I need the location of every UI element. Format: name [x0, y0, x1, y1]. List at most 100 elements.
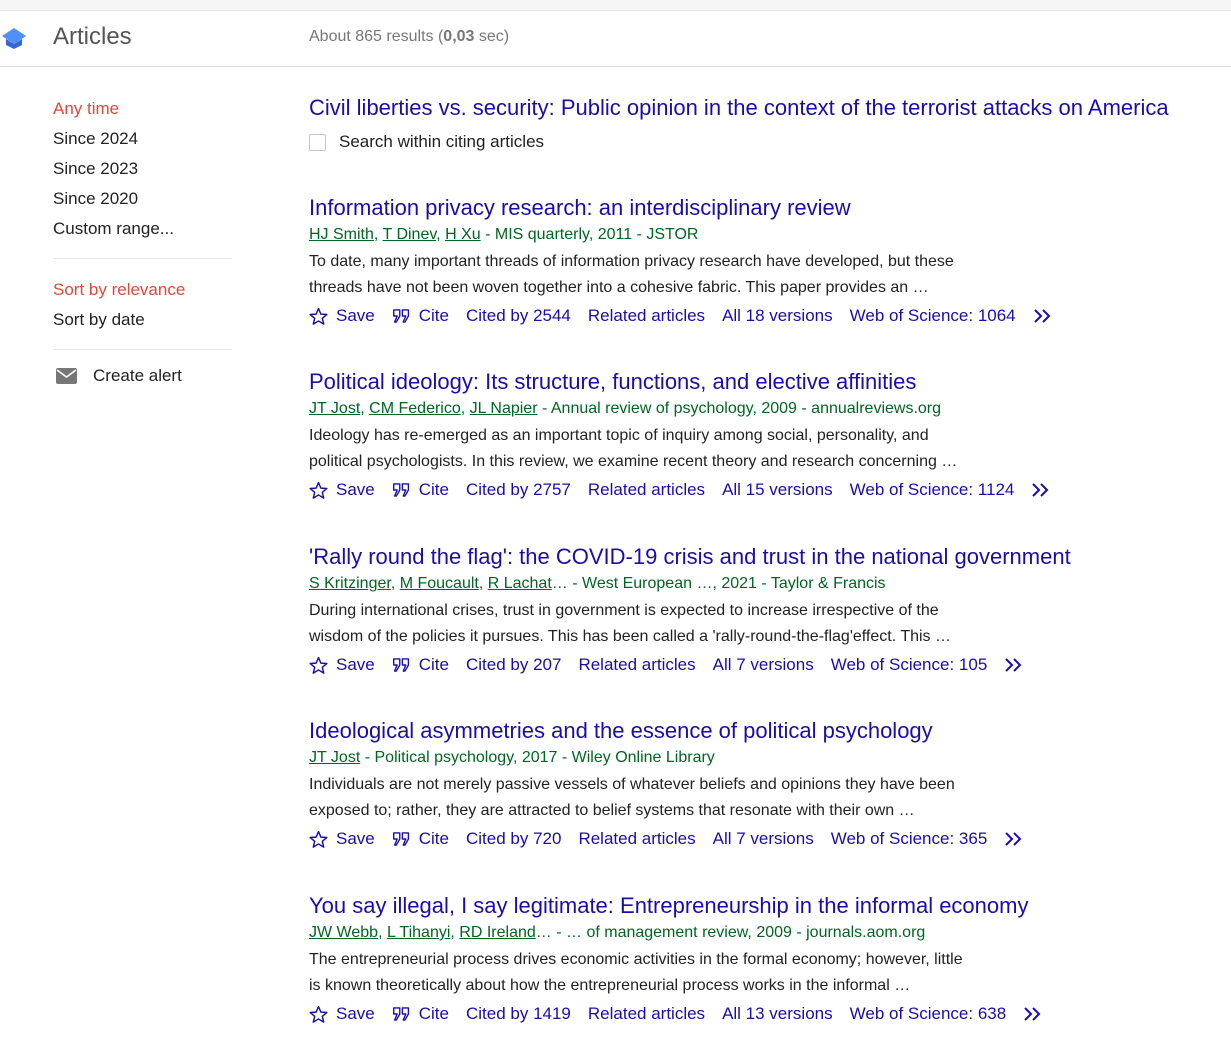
save-label: Save: [336, 829, 375, 848]
cite-button[interactable]: Cite: [392, 826, 449, 852]
web-of-science-link[interactable]: Web of Science: 1124: [850, 477, 1015, 503]
header: Articles About 865 results (0,03 sec): [0, 11, 1231, 67]
author-link[interactable]: JT Jost: [309, 749, 360, 766]
snippet-line: During international crises, trust in go…: [309, 602, 939, 619]
star-icon: [309, 307, 328, 326]
result-title[interactable]: Ideological asymmetries and the essence …: [309, 715, 1224, 747]
save-button[interactable]: Save: [309, 826, 375, 852]
result-item: Ideological asymmetries and the essence …: [309, 715, 1224, 852]
scholar-logo-icon[interactable]: [2, 27, 26, 49]
save-button[interactable]: Save: [309, 303, 375, 329]
snippet-line: To date, many important threads of infor…: [309, 253, 954, 270]
all-versions-link[interactable]: All 7 versions: [713, 652, 814, 678]
author-link[interactable]: S Kritzinger: [309, 575, 391, 592]
quote-icon: [392, 482, 411, 498]
filter-since-2020[interactable]: Since 2020: [53, 184, 233, 214]
cited-article-title[interactable]: Civil liberties vs. security: Public opi…: [309, 92, 1224, 124]
result-snippet: The entrepreneurial process drives econo…: [309, 947, 1039, 999]
author-link[interactable]: M Foucault: [400, 575, 479, 592]
cited-by-link[interactable]: Cited by 207: [466, 652, 561, 678]
snippet-line: political psychologists. In this review,…: [309, 453, 958, 470]
related-articles-link[interactable]: Related articles: [588, 477, 705, 503]
create-alert-button[interactable]: Create alert: [53, 366, 233, 386]
sort-by-date[interactable]: Sort by date: [53, 305, 233, 335]
cited-by-link[interactable]: Cited by 1419: [466, 1001, 571, 1027]
search-within-checkbox[interactable]: [309, 133, 326, 151]
result-source: - Political psychology, 2017 - Wiley Onl…: [360, 749, 715, 766]
cite-label: Cite: [418, 1004, 449, 1023]
all-versions-link[interactable]: All 13 versions: [722, 1001, 833, 1027]
section-title: Articles: [53, 23, 132, 50]
cited-by-link[interactable]: Cited by 2544: [466, 303, 571, 329]
result-meta: HJ Smith, T Dinev, H Xu - MIS quarterly,…: [309, 226, 699, 243]
result-meta: JT Jost, CM Federico, JL Napier - Annual…: [309, 400, 942, 417]
result-actions: Save Cite Cited by 2544 Related articles…: [309, 303, 1224, 329]
author-link[interactable]: JT Jost: [309, 400, 360, 417]
star-icon: [309, 656, 328, 675]
star-icon: [309, 1005, 328, 1024]
author-link[interactable]: JL Napier: [470, 400, 538, 417]
related-articles-link[interactable]: Related articles: [578, 826, 695, 852]
author-link[interactable]: HJ Smith: [309, 226, 374, 243]
more-chevron-icon[interactable]: [1033, 308, 1061, 324]
cite-button[interactable]: Cite: [392, 1001, 449, 1027]
filter-since-2023[interactable]: Since 2023: [53, 154, 233, 184]
all-versions-link[interactable]: All 15 versions: [722, 477, 833, 503]
author-link[interactable]: RD Ireland: [459, 924, 535, 941]
filter-any-time[interactable]: Any time: [53, 94, 233, 124]
result-source: - Annual review of psychology, 2009 - an…: [537, 400, 942, 417]
all-versions-link[interactable]: All 18 versions: [722, 303, 833, 329]
related-articles-link[interactable]: Related articles: [588, 303, 705, 329]
web-of-science-link[interactable]: Web of Science: 638: [850, 1001, 1007, 1027]
related-articles-link[interactable]: Related articles: [588, 1001, 705, 1027]
snippet-line: Ideology has re-emerged as an important …: [309, 427, 929, 444]
result-item: 'Rally round the flag': the COVID-19 cri…: [309, 541, 1224, 678]
more-chevron-icon[interactable]: [1004, 657, 1032, 673]
cite-label: Cite: [418, 306, 449, 325]
cited-by-link[interactable]: Cited by 720: [466, 826, 561, 852]
web-of-science-link[interactable]: Web of Science: 1064: [850, 303, 1016, 329]
search-within-citing[interactable]: Search within citing articles: [309, 132, 1224, 152]
author-link[interactable]: R Lachat: [488, 575, 552, 592]
cite-button[interactable]: Cite: [392, 303, 449, 329]
result-snippet: To date, many important threads of infor…: [309, 249, 1039, 301]
cite-label: Cite: [418, 480, 449, 499]
filter-custom-range[interactable]: Custom range...: [53, 214, 233, 244]
star-icon: [309, 481, 328, 500]
save-label: Save: [336, 655, 375, 674]
result-title[interactable]: Political ideology: Its structure, funct…: [309, 366, 1224, 398]
author-link[interactable]: L Tihanyi: [387, 924, 450, 941]
save-button[interactable]: Save: [309, 652, 375, 678]
more-chevron-icon[interactable]: [1023, 1006, 1051, 1022]
sort-by-relevance[interactable]: Sort by relevance: [53, 275, 233, 305]
cited-by-link[interactable]: Cited by 2757: [466, 477, 571, 503]
result-source: - West European …, 2021 - Taylor & Franc…: [567, 575, 886, 592]
author-link[interactable]: JW Webb: [309, 924, 378, 941]
main-content: Civil liberties vs. security: Public opi…: [309, 92, 1224, 1023]
result-snippet: During international crises, trust in go…: [309, 598, 1039, 650]
more-chevron-icon[interactable]: [1004, 831, 1032, 847]
result-title[interactable]: Information privacy research: an interdi…: [309, 192, 1224, 224]
more-chevron-icon[interactable]: [1031, 482, 1059, 498]
sidebar-divider: [53, 349, 232, 350]
result-title[interactable]: 'Rally round the flag': the COVID-19 cri…: [309, 541, 1224, 573]
quote-icon: [392, 831, 411, 847]
result-item: You say illegal, I say legitimate: Entre…: [309, 890, 1224, 1027]
cite-button[interactable]: Cite: [392, 477, 449, 503]
result-actions: Save Cite Cited by 720 Related articles …: [309, 826, 1224, 852]
search-within-label: Search within citing articles: [339, 132, 545, 151]
save-button[interactable]: Save: [309, 477, 375, 503]
author-link[interactable]: H Xu: [445, 226, 481, 243]
web-of-science-link[interactable]: Web of Science: 365: [831, 826, 988, 852]
author-link[interactable]: T Dinev: [383, 226, 437, 243]
web-of-science-link[interactable]: Web of Science: 105: [831, 652, 988, 678]
save-label: Save: [336, 306, 375, 325]
all-versions-link[interactable]: All 7 versions: [713, 826, 814, 852]
result-title[interactable]: You say illegal, I say legitimate: Entre…: [309, 890, 1224, 922]
related-articles-link[interactable]: Related articles: [578, 652, 695, 678]
results-count: About 865 results (0,03 sec): [309, 28, 509, 46]
save-button[interactable]: Save: [309, 1001, 375, 1027]
cite-button[interactable]: Cite: [392, 652, 449, 678]
filter-since-2024[interactable]: Since 2024: [53, 124, 233, 154]
author-link[interactable]: CM Federico: [369, 400, 461, 417]
